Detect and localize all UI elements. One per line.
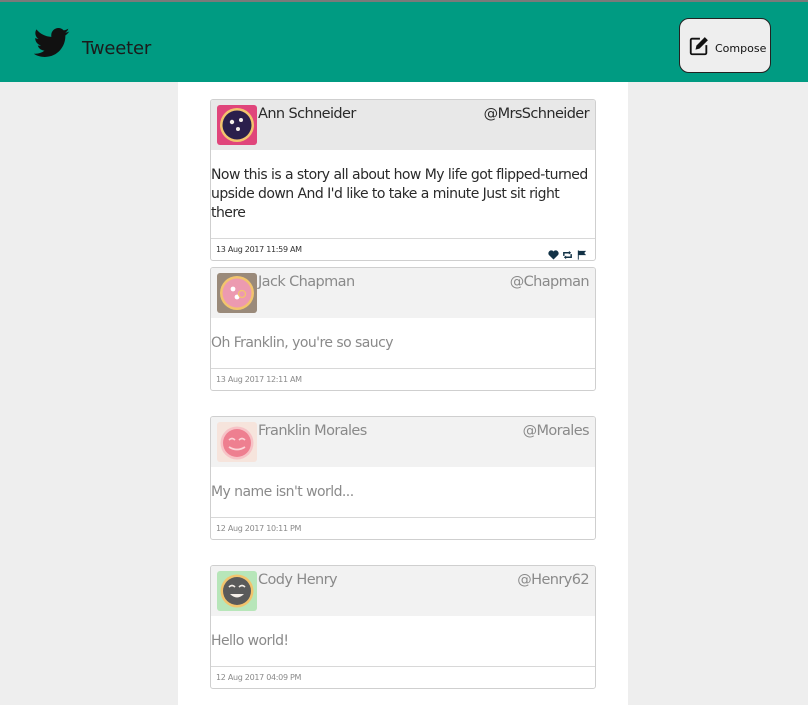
tweet-timestamp: 12 Aug 2017 10:11 PM <box>216 524 302 533</box>
tweet-header: Ann Schneider @MrsSchneider <box>211 100 595 150</box>
tweet-author-name[interactable]: Jack Chapman <box>258 274 355 290</box>
compose-button[interactable]: Compose <box>679 18 771 73</box>
tweet-card: Franklin Morales @Morales My name isn't … <box>210 416 596 540</box>
tweet-timestamp: 12 Aug 2017 04:09 PM <box>216 673 302 682</box>
tweet-footer: 12 Aug 2017 04:09 PM <box>211 667 595 688</box>
tweet-card: Ann Schneider @MrsSchneider Now this is … <box>210 99 596 261</box>
tweet-actions <box>548 245 587 260</box>
flag-icon[interactable] <box>576 245 587 260</box>
navbar: Tweeter Compose <box>0 2 808 82</box>
tweet-feed: Ann Schneider @MrsSchneider Now this is … <box>178 82 628 705</box>
tweet-text: My name isn't world... <box>211 467 595 518</box>
tweet-author-handle[interactable]: @Chapman <box>510 274 590 290</box>
tweet-author-handle[interactable]: @Henry62 <box>517 572 589 588</box>
tweet-footer: 12 Aug 2017 10:11 PM <box>211 518 595 539</box>
tweet-author-handle[interactable]: @MrsSchneider <box>484 106 590 122</box>
tweet-author-name[interactable]: Cody Henry <box>258 572 338 588</box>
tweet-text: Hello world! <box>211 616 595 667</box>
tweet-footer: 13 Aug 2017 12:11 AM <box>211 369 595 390</box>
tweet-header: Jack Chapman @Chapman <box>211 268 595 318</box>
twitter-bird-icon[interactable] <box>34 28 70 58</box>
tweet-author-name[interactable]: Franklin Morales <box>258 423 367 439</box>
edit-pencil-icon <box>689 37 708 56</box>
tweet-timestamp: 13 Aug 2017 11:59 AM <box>216 245 302 254</box>
tweet-timestamp: 13 Aug 2017 12:11 AM <box>216 375 302 384</box>
app-brand[interactable]: Tweeter <box>82 38 151 59</box>
avatar[interactable] <box>217 105 257 145</box>
tweet-author-handle[interactable]: @Morales <box>523 423 590 439</box>
tweet-header: Franklin Morales @Morales <box>211 417 595 467</box>
tweet-text: Now this is a story all about how My lif… <box>211 150 595 239</box>
heart-icon[interactable] <box>548 245 559 260</box>
tweet-header: Cody Henry @Henry62 <box>211 566 595 616</box>
tweet-card: Cody Henry @Henry62 Hello world! 12 Aug … <box>210 565 596 689</box>
avatar[interactable] <box>217 273 257 313</box>
tweet-card: Jack Chapman @Chapman Oh Franklin, you'r… <box>210 267 596 391</box>
tweet-footer: 13 Aug 2017 11:59 AM <box>211 239 595 260</box>
avatar[interactable] <box>217 422 257 462</box>
avatar[interactable] <box>217 571 257 611</box>
retweet-icon[interactable] <box>562 245 573 260</box>
compose-label: Compose <box>715 42 767 55</box>
tweet-author-name[interactable]: Ann Schneider <box>258 106 356 122</box>
tweet-text: Oh Franklin, you're so saucy <box>211 318 595 369</box>
